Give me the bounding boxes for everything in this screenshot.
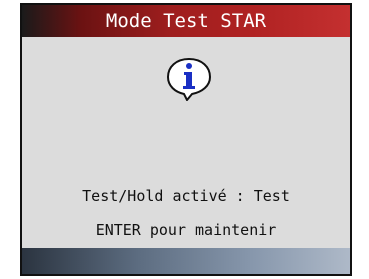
screen-title: Mode Test STAR (22, 5, 350, 37)
status-message: Test/Hold activé : Test (82, 187, 290, 205)
instruction-message: ENTER pour maintenir (95, 221, 277, 239)
device-screen: Mode Test STAR Test/Hold activé : Test E… (20, 3, 352, 276)
info-speech-bubble-icon (166, 57, 212, 101)
bottom-bar (22, 248, 350, 274)
